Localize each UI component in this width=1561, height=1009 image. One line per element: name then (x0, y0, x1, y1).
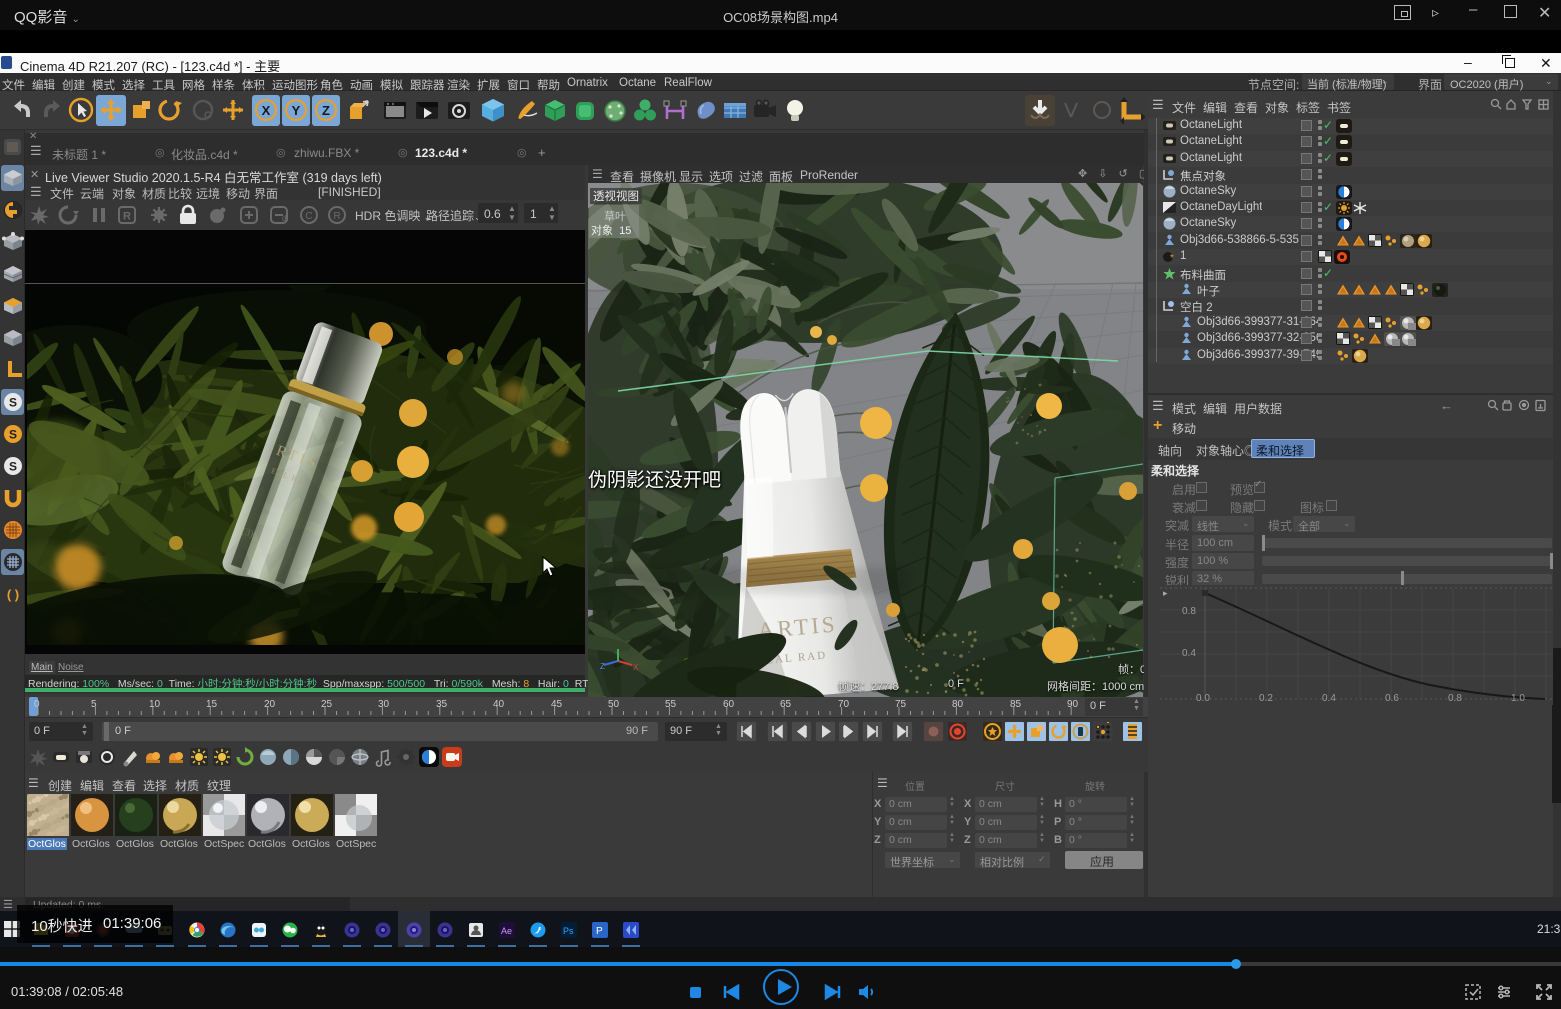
svg-text:X: X (633, 663, 638, 671)
svg-text:X: X (262, 103, 271, 118)
svg-text:S: S (8, 460, 16, 474)
svg-text:Y: Y (292, 103, 301, 118)
svg-text:Ps: Ps (563, 926, 574, 936)
svg-text:P: P (596, 926, 603, 937)
svg-text:d: d (282, 214, 286, 223)
svg-text:( ): ( ) (6, 587, 18, 602)
svg-text:Z: Z (600, 662, 605, 671)
svg-text:0.4: 0.4 (1182, 648, 1196, 659)
svg-text:Z: Z (322, 103, 330, 118)
svg-text:0.8: 0.8 (1182, 606, 1196, 617)
svg-text:C: C (305, 211, 312, 222)
svg-text:Ae: Ae (501, 926, 512, 936)
svg-text:R: R (123, 211, 131, 223)
svg-text:*: * (1170, 253, 1174, 263)
svg-text:S: S (8, 396, 16, 410)
svg-text:R: R (333, 211, 340, 222)
svg-text:S: S (8, 428, 16, 442)
